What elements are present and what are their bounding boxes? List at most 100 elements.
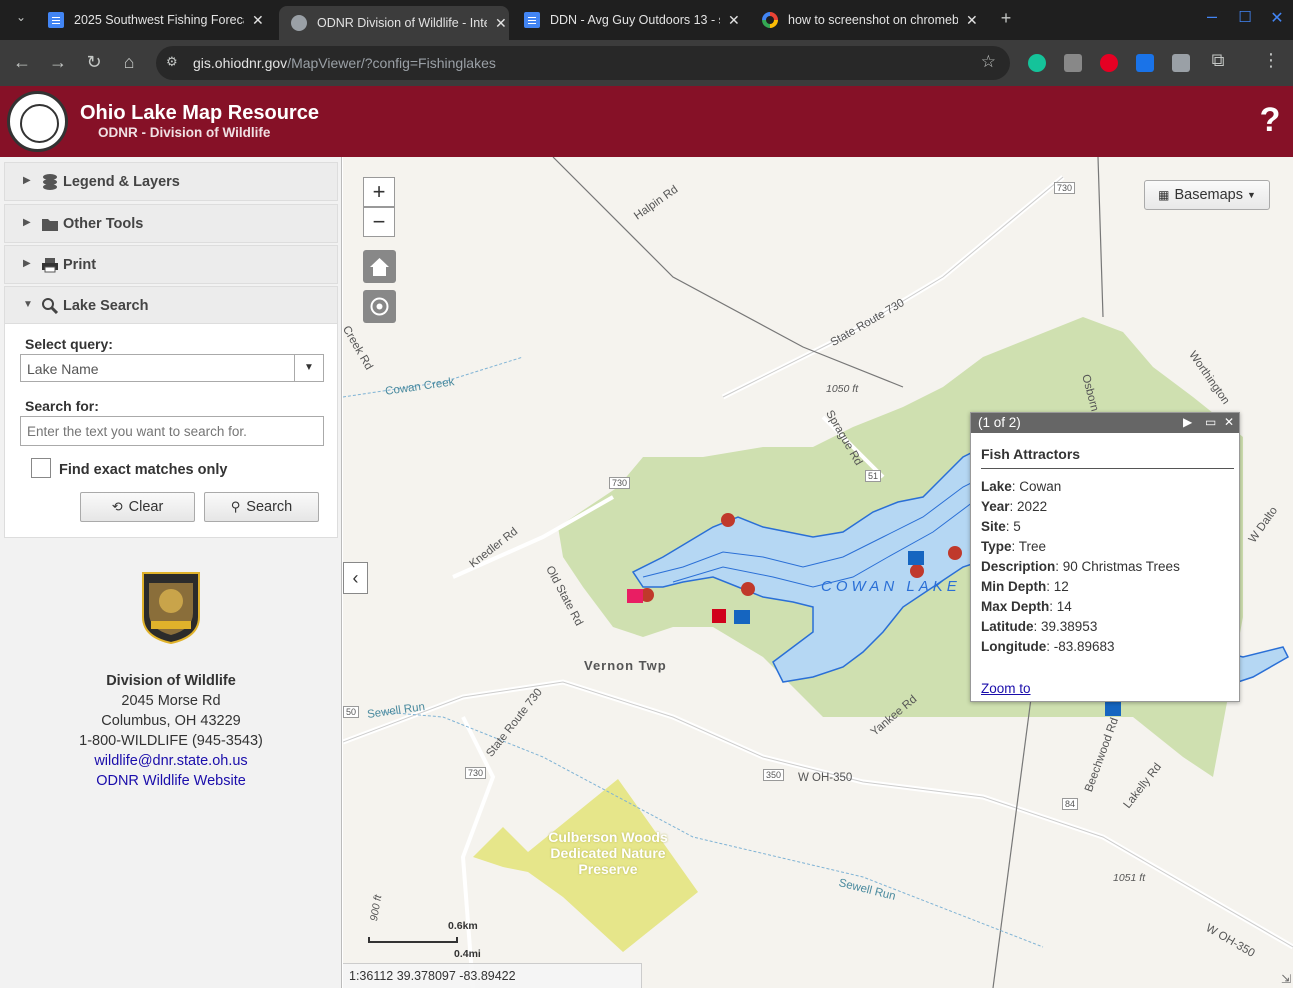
- pinterest-icon[interactable]: [1100, 54, 1118, 72]
- popup-field-lake: Lake: Cowan: [981, 479, 1062, 494]
- tab-title: how to screenshot on chromebook: [788, 13, 958, 27]
- section-label: Lake Search: [63, 298, 149, 314]
- zoom-out-button[interactable]: −: [363, 207, 395, 237]
- clear-button-label: Clear: [128, 499, 164, 515]
- popup-field-longitude: Longitude: -83.89683: [981, 639, 1115, 654]
- field-value: 12: [1053, 579, 1069, 594]
- basemaps-button[interactable]: ▦ Basemaps ▼: [1144, 180, 1270, 210]
- scale-line: [368, 937, 458, 943]
- google-icon: [762, 12, 778, 28]
- preserve-label: Culberson Woods Dedicated Nature Preserv…: [548, 829, 668, 877]
- tab-search-icon[interactable]: ⌄: [10, 10, 32, 24]
- website-link[interactable]: ODNR Wildlife Website: [0, 771, 342, 791]
- maximize-icon[interactable]: ☐: [1234, 8, 1256, 26]
- boat-ramp-icon[interactable]: [1105, 702, 1121, 716]
- field-value: 5: [1013, 519, 1021, 534]
- puzzle-extensions-icon[interactable]: ⧉: [1207, 50, 1229, 71]
- anchor-icon[interactable]: [712, 609, 726, 623]
- search-button-label: Search: [246, 499, 293, 515]
- minimize-icon[interactable]: –: [1201, 6, 1223, 27]
- tag-extension-icon[interactable]: [1172, 54, 1190, 72]
- address-line-1: 2045 Morse Rd: [121, 693, 221, 709]
- field-value: 2022: [1017, 499, 1048, 514]
- bookmark-star-icon[interactable]: ☆: [981, 52, 996, 72]
- page-subtitle: ODNR - Division of Wildlife: [98, 125, 271, 140]
- close-icon[interactable]: ✕: [495, 15, 507, 32]
- fish-attractor-marker[interactable]: [741, 582, 755, 596]
- home-extent-button[interactable]: [363, 250, 396, 283]
- fish-attractor-marker[interactable]: [910, 564, 924, 578]
- tab-fishing-forecast[interactable]: 2025 Southwest Fishing Forecast ✕: [48, 6, 264, 34]
- maximize-popup-icon[interactable]: ▭: [1205, 415, 1216, 429]
- exact-match-checkbox[interactable]: [31, 458, 51, 478]
- window-close-icon[interactable]: ✕: [1266, 8, 1288, 28]
- tab-ddn-avg-guy[interactable]: DDN - Avg Guy Outdoors 13 - spring ✕: [524, 6, 740, 34]
- new-tab-icon[interactable]: +: [995, 8, 1017, 29]
- popup-title: Fish Attractors: [981, 446, 1081, 462]
- section-print[interactable]: ▶ Print: [4, 245, 338, 284]
- boat-ramp-icon[interactable]: [908, 551, 924, 565]
- reload-icon[interactable]: ↻: [83, 52, 105, 73]
- field-value: Cowan: [1019, 479, 1062, 494]
- boat-ramp-icon[interactable]: [734, 610, 750, 624]
- grammarly-icon[interactable]: [1028, 54, 1046, 72]
- section-lake-search[interactable]: ▼ Lake Search: [4, 286, 338, 325]
- zoom-in-button[interactable]: +: [363, 177, 395, 207]
- field-key: Longitude: [981, 639, 1047, 654]
- fish-attractor-marker[interactable]: [721, 513, 735, 527]
- site-info-icon[interactable]: ⚙: [166, 54, 178, 70]
- tag-extension-icon[interactable]: [1136, 54, 1154, 72]
- resize-handle-icon[interactable]: ⇲: [1281, 972, 1291, 986]
- close-icon[interactable]: ✕: [966, 12, 978, 29]
- menu-dots-icon[interactable]: ⋮: [1260, 50, 1282, 71]
- email-link[interactable]: wildlife@dnr.state.oh.us: [0, 751, 342, 771]
- field-value: 90 Christmas Trees: [1062, 559, 1180, 574]
- clear-button[interactable]: ⟲ Clear: [80, 492, 195, 522]
- next-feature-icon[interactable]: ▶: [1183, 415, 1192, 429]
- zoom-to-link[interactable]: Zoom to: [981, 681, 1031, 696]
- locate-button[interactable]: [363, 290, 396, 323]
- popup-field-site: Site: 5: [981, 519, 1021, 534]
- tab-odnr-wildlife[interactable]: ODNR Division of Wildlife - Interactive …: [279, 6, 509, 40]
- undo-icon: ⟲: [111, 499, 123, 514]
- search-icon: [41, 298, 59, 315]
- close-popup-icon[interactable]: ✕: [1224, 415, 1234, 429]
- search-icon: ⚲: [230, 499, 241, 514]
- field-key: Min Depth: [981, 579, 1047, 594]
- query-select-value: Lake Name: [27, 361, 99, 377]
- url-path: /MapViewer/?config=Fishinglakes: [287, 55, 496, 71]
- search-button[interactable]: ⚲ Search: [204, 492, 319, 522]
- side-panel: ▶ Legend & Layers ▶ Other Tools ▶ Print …: [0, 157, 342, 988]
- printer-icon: [41, 257, 59, 273]
- map-view[interactable]: Halpin Rd State Route 730 Creek Rd Cowan…: [343, 157, 1293, 988]
- back-icon[interactable]: ←: [11, 52, 33, 73]
- caret-down-icon: ▼: [23, 299, 33, 310]
- close-icon[interactable]: ✕: [252, 12, 264, 29]
- query-select[interactable]: Lake Name ▼: [20, 354, 324, 382]
- help-icon[interactable]: ?: [1259, 103, 1281, 137]
- section-legend-layers[interactable]: ▶ Legend & Layers: [4, 162, 338, 201]
- collapse-panel-button[interactable]: ‹: [343, 562, 368, 594]
- road-label: W OH-350: [798, 772, 853, 784]
- field-value: Tree: [1018, 539, 1047, 554]
- township-boundary: [552, 157, 904, 388]
- section-other-tools[interactable]: ▶ Other Tools: [4, 204, 338, 243]
- tab-screenshot-chromebook[interactable]: how to screenshot on chromebook ✕: [762, 6, 978, 34]
- home-icon[interactable]: ⌂: [118, 52, 140, 73]
- field-value: -83.89683: [1053, 639, 1115, 654]
- township-label: Vernon Twp: [584, 658, 667, 673]
- address-bar[interactable]: ⚙ gis.ohiodnr.gov/MapViewer/?config=Fish…: [156, 46, 1010, 80]
- layers-icon: [41, 174, 59, 190]
- elevation-label: 1051 ft: [1113, 872, 1146, 884]
- route-shield: 730: [1054, 182, 1076, 194]
- forward-icon[interactable]: →: [47, 52, 69, 73]
- caret-down-icon: ▼: [1246, 190, 1256, 200]
- chevron-down-icon[interactable]: ▼: [294, 355, 323, 381]
- extension-icon[interactable]: [1064, 54, 1082, 72]
- org-name: Division of Wildlife: [106, 673, 236, 689]
- fish-attractor-marker[interactable]: [948, 546, 962, 560]
- search-input[interactable]: [20, 416, 324, 446]
- close-icon[interactable]: ✕: [728, 12, 740, 29]
- field-value: 14: [1056, 599, 1072, 614]
- fishing-pier-icon[interactable]: [627, 589, 643, 603]
